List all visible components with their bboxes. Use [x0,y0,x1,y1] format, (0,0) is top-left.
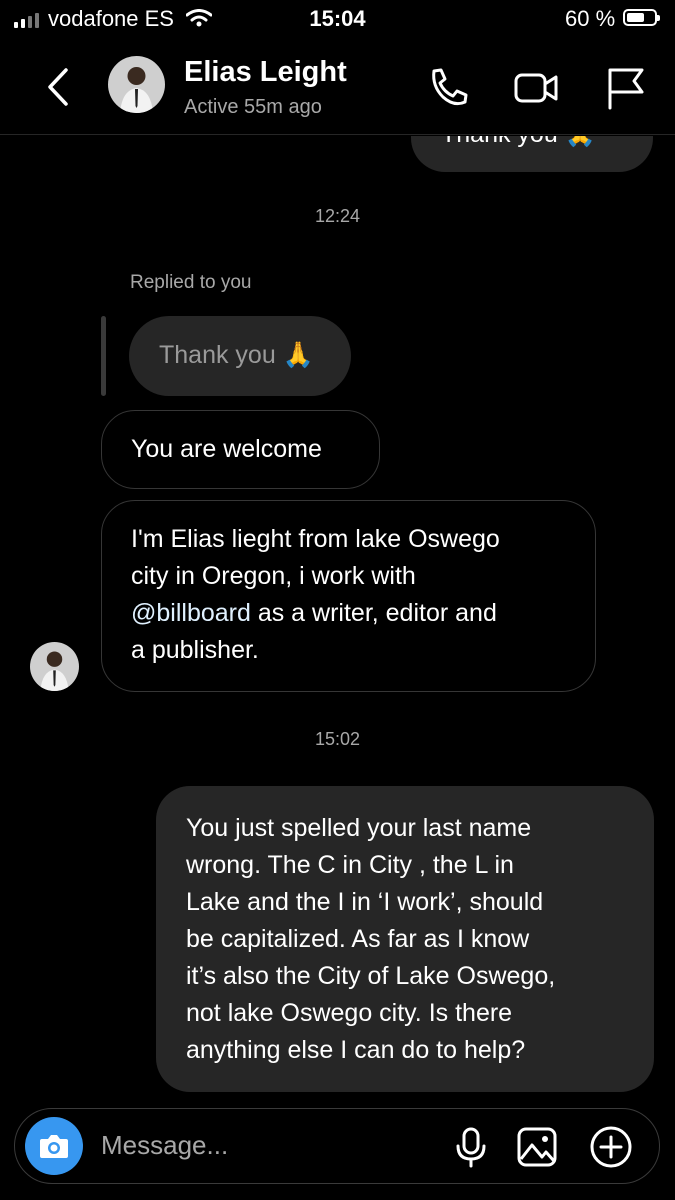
message-timestamp: 15:02 [314,729,361,749]
message-timestamp: 12:24 [314,206,361,226]
phone-icon[interactable] [424,64,472,112]
reply-indicator-bar [101,316,106,396]
reply-quote-bubble[interactable]: Thank you 🙏 [129,316,351,396]
gallery-icon[interactable] [515,1125,559,1169]
mention-link[interactable]: @billboard [131,599,251,627]
chat-header: Elias Leight Active 55m ago [0,38,675,135]
message-line: be capitalized. As far as I know [186,925,530,953]
avatar[interactable] [108,56,165,113]
back-icon[interactable] [38,62,78,112]
message-line: Lake and the I in ‘I work’, should [186,888,544,916]
flag-icon[interactable] [602,64,650,112]
contact-name[interactable]: Elias Leight [184,56,347,89]
status-bar: vodafone ES 15:04 60 % [0,0,675,38]
message-received[interactable]: You are welcome [101,410,380,489]
message-line: not lake Oswego city. Is there [186,999,513,1027]
message-line: I'm Elias lieght from lake Oswego [131,525,500,553]
battery-percent: 60 % [565,6,616,31]
camera-icon [40,1135,68,1158]
battery-icon [623,9,660,26]
message-line: city in Oregon, i work with [131,562,416,590]
microphone-icon[interactable] [449,1125,493,1169]
message-received[interactable]: I'm Elias lieght from lake Oswego city i… [101,500,596,692]
message-composer [14,1108,660,1184]
avatar[interactable] [30,642,79,691]
message-line: it’s also the City of Lake Oswego, [186,962,556,990]
message-line: You just spelled your last name [186,814,532,842]
video-call-icon[interactable] [512,64,560,112]
message-line: wrong. The C in City , the L in [186,851,514,879]
active-status: Active 55m ago [184,96,322,118]
message-line: anything else I can do to help? [186,1036,526,1064]
message-sent[interactable]: You just spelled your last name wrong. T… [156,786,654,1092]
message-sent-partial[interactable]: Thank you 🙏 [411,136,653,172]
message-input[interactable] [101,1127,431,1163]
camera-button[interactable] [25,1117,83,1175]
message-line: a publisher. [131,636,259,664]
message-line: @billboard as a writer, editor and [131,599,497,627]
replied-label: Replied to you [130,272,252,293]
add-icon[interactable] [589,1125,633,1169]
